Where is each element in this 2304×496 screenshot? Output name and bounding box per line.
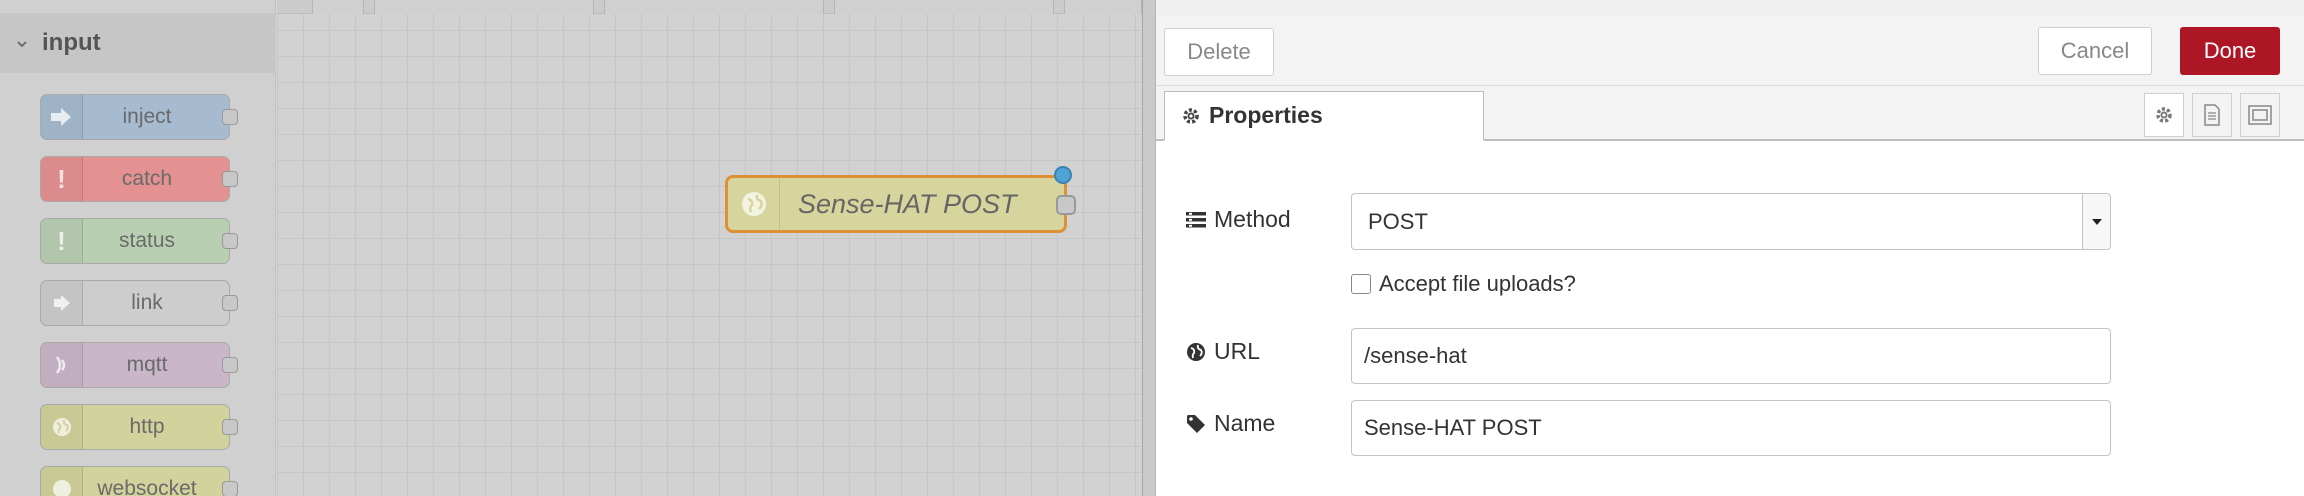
palette-node-label: link [131,291,163,314]
palette-node-link[interactable]: link [40,280,238,326]
tasks-icon [1186,211,1214,229]
url-label-row: URL [1186,338,1260,365]
alert-icon: ! [41,157,83,201]
palette-node-mqtt[interactable]: mqtt [40,342,238,388]
node-description-button[interactable] [2192,93,2232,137]
url-input[interactable] [1351,328,2111,384]
method-select[interactable]: POST [1351,193,2111,250]
link-in-icon [41,281,83,325]
output-port [222,109,238,125]
flow-workspace[interactable]: Sense-HAT POST [277,0,1142,496]
palette-node-http[interactable]: http [40,404,238,450]
alert-icon: ! [41,219,83,263]
bridge-icon [41,343,83,387]
chevron-down-icon [16,37,28,49]
palette-node-label: catch [121,167,173,190]
caret-down-icon [2082,194,2110,249]
palette-node-label: mqtt [126,353,168,376]
globe-icon [1186,342,1214,362]
workspace-tab[interactable] [1064,0,1142,14]
file-text-icon [2203,104,2221,126]
accept-uploads-checkbox[interactable] [1351,274,1371,294]
palette-node-label: http [129,415,165,438]
workspace-tab[interactable] [604,0,824,14]
changed-indicator [1054,166,1072,184]
workspace-tab[interactable] [374,0,594,14]
globe-icon [728,178,780,230]
tag-icon [1186,414,1214,434]
appearance-icon [2248,105,2272,125]
output-port [222,481,238,496]
tray-tab-bar: Properties [1156,86,2304,141]
flow-node-label: Sense-HAT POST [798,188,1017,219]
output-port [222,419,238,435]
globe-icon [41,405,83,449]
method-label-row: Method [1186,206,1291,233]
edit-tray: Delete Cancel Done Properties Method POS… [1156,0,2304,496]
workspace-tab[interactable] [312,0,364,14]
output-port [222,233,238,249]
tray-toolbar: Delete Cancel Done [1156,0,2304,86]
palette-node-label: websocket [97,477,197,496]
output-port [222,357,238,373]
gear-icon [1181,106,1201,126]
url-label: URL [1214,338,1261,364]
output-port[interactable] [1056,195,1076,215]
output-port [222,171,238,187]
gear-icon [2154,105,2174,125]
tab-properties-label: Properties [1209,102,1323,128]
delete-button[interactable]: Delete [1164,28,1274,76]
method-label: Method [1214,206,1291,232]
name-label: Name [1214,410,1276,436]
palette-node-label: status [118,229,176,252]
node-appearance-button[interactable] [2240,93,2280,137]
globe-icon [41,467,83,496]
palette-category-header[interactable]: input [0,13,276,73]
palette-node-label: inject [122,105,172,128]
workspace-tab-strip [277,0,1142,14]
node-properties-button[interactable] [2144,93,2184,137]
palette-node-inject[interactable]: inject [40,94,238,140]
palette-node-catch[interactable]: ! catch [40,156,238,202]
node-palette: input inject ! catch ! status link mqtt [0,0,276,496]
palette-node-status[interactable]: ! status [40,218,238,264]
workspace-tab[interactable] [834,0,1054,14]
output-port [222,295,238,311]
panel-divider[interactable] [1142,0,1156,496]
flow-node-http-in[interactable]: Sense-HAT POST [725,166,1076,233]
upload-option-row[interactable]: Accept file uploads? [1351,271,1576,297]
accept-uploads-label: Accept file uploads? [1379,271,1576,296]
palette-node-websocket[interactable]: websocket [40,466,238,496]
palette-category-label: input [42,29,101,56]
name-input[interactable] [1351,400,2111,456]
name-label-row: Name [1186,410,1275,437]
done-button[interactable]: Done [2180,27,2280,75]
method-value: POST [1368,208,1428,234]
arrow-in-icon [41,95,83,139]
tab-properties[interactable]: Properties [1164,91,1484,141]
cancel-button[interactable]: Cancel [2038,27,2152,75]
